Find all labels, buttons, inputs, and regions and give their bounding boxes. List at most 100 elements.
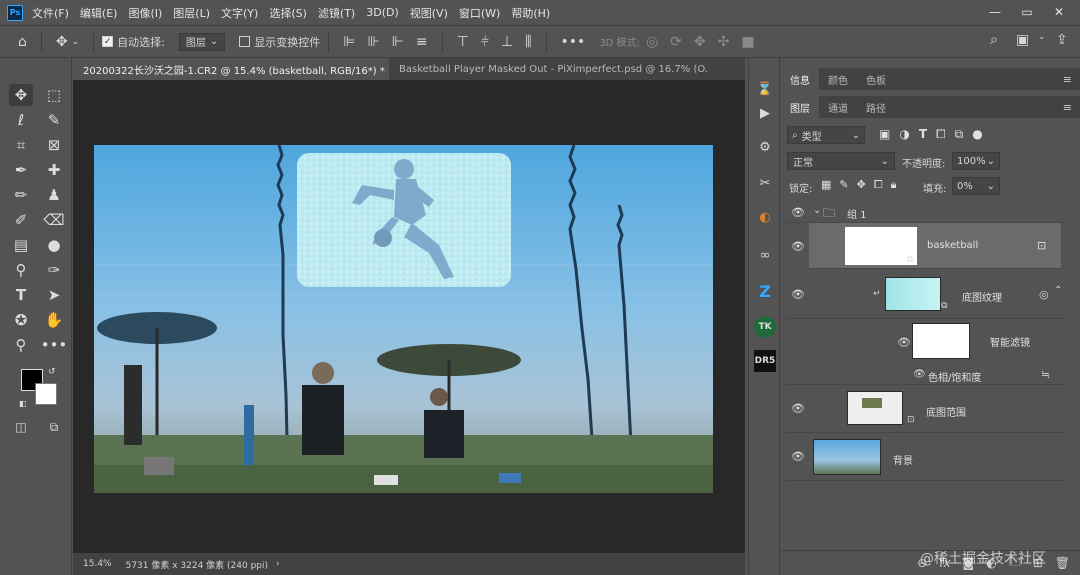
3d-pan-icon[interactable]: ✥ [694,34,706,50]
hand-tool-icon[interactable]: ✋ [42,309,66,331]
menu-edit[interactable]: 编辑(E) [80,5,118,21]
align-right-icon[interactable]: ⊩ [392,34,404,50]
shape-tool-icon[interactable]: ✪ [9,309,33,331]
lock-position-icon[interactable]: ✥ [857,178,866,192]
dr5-plugin-icon[interactable]: DR5 [754,350,776,372]
quick-mask-icon[interactable]: ◫ [9,416,33,438]
marquee-tool-icon[interactable]: ⬚ [42,84,66,106]
align-bottom-icon[interactable]: ⊥ [501,34,513,50]
brush-tool-icon[interactable]: ✏ [9,184,33,206]
align-top-icon[interactable]: ⊤ [457,34,469,50]
crop-tool-icon[interactable]: ⌗ [9,134,33,156]
default-colors-icon[interactable]: ◧ [19,399,27,408]
adjustment-filter-icon[interactable]: ◑ [899,127,909,142]
lock-image-icon[interactable]: ✎ [839,178,848,192]
visibility-eye-icon[interactable]: 👁︎ [791,240,805,253]
filter-options-icon[interactable]: ≒ [1041,368,1050,381]
auto-select-checkbox[interactable]: ✓ [102,36,114,47]
tools-preset-icon[interactable]: ✂ [754,172,776,194]
history-icon[interactable]: ⌛ [754,78,776,100]
visibility-eye-icon[interactable]: 👁︎ [897,336,911,349]
pixel-filter-icon[interactable]: ▣ [879,127,890,142]
3d-orbit-icon[interactable]: ◎ [646,34,658,50]
shape-filter-icon[interactable]: ⧠ [936,127,946,142]
tab-layers[interactable]: 图层 [781,96,819,118]
close-window-button[interactable]: ✕ [1046,3,1072,21]
type-filter-icon[interactable]: T [919,127,927,142]
maximize-button[interactable]: ▭ [1014,3,1040,21]
lock-all-icon[interactable]: 🔒︎ [891,178,897,192]
panel-menu-icon[interactable]: ≡ [1063,101,1072,114]
chevron-down-icon[interactable]: ⌄ [72,37,80,47]
tab-info[interactable]: 信息 [781,68,819,90]
visibility-eye-icon[interactable]: 👁︎ [791,206,805,219]
layer-row-hue-saturation[interactable]: 👁︎ 色相/饱和度 ≒ [785,365,1065,385]
workspace-icon[interactable]: ▣ [1016,32,1029,48]
filter-toggle-icon[interactable]: ● [972,127,982,142]
tab-other-document[interactable]: Basketball Player Masked Out - PiXimperf… [389,58,709,80]
layer-filter-dropdown[interactable]: ⌕ 类型 ⌄ [787,126,865,144]
move-tool-preset-icon[interactable]: ✥ [56,34,68,50]
frame-tool-icon[interactable]: ⊠ [42,134,66,156]
pen-tool-icon[interactable]: ✑ [42,259,66,281]
stamp-tool-icon[interactable]: ♟ [42,184,66,206]
tab-swatches[interactable]: 色板 [857,68,895,90]
menu-file[interactable]: 文件(F) [32,5,69,21]
tk-plugin-icon[interactable]: TK [754,316,776,338]
screen-mode-icon[interactable]: ⧉ [42,416,66,438]
tab-channels[interactable]: 通道 [819,96,857,118]
visibility-eye-icon[interactable]: 👁︎ [791,288,805,301]
visibility-eye-icon[interactable]: 👁︎ [913,369,926,380]
fill-input[interactable]: 0% ⌄ [952,177,1000,195]
layer-row-smart-filter[interactable]: 👁︎ 智能滤镜 [785,319,1065,365]
layer-row-range[interactable]: 👁︎ ⊡ 底图范围 [785,385,1065,433]
layer-row-basketball[interactable]: ⧉ basketball ⊡ [809,223,1061,269]
layer-mask-link-icon[interactable]: ⊡ [1037,239,1046,252]
3d-roll-icon[interactable]: ⟳ [670,34,682,50]
menu-window[interactable]: 窗口(W) [459,5,500,21]
show-transform-checkbox[interactable] [239,36,251,47]
layer-row-texture[interactable]: 👁︎ ↵ ⧉ 底图纹理 ◎ ⌃ [785,271,1065,319]
menu-filter[interactable]: 滤镜(T) [318,5,355,21]
properties-icon[interactable]: ⚙ [754,136,776,158]
align-left-icon[interactable]: ⊫ [343,34,355,50]
delete-layer-icon[interactable]: 🗑︎ [1055,556,1070,570]
3d-camera-icon[interactable]: ■ [741,34,754,50]
menu-select[interactable]: 选择(S) [269,5,307,21]
more-options-icon[interactable]: ••• [561,34,586,50]
menu-view[interactable]: 视图(V) [410,5,448,21]
eraser-tool-icon[interactable]: ⌫ [42,209,66,231]
home-icon[interactable]: ⌂ [18,34,27,50]
link-plugin-icon[interactable]: ∞ [754,244,776,266]
blend-mode-dropdown[interactable]: 正常 ⌄ [787,152,895,170]
more-tools-icon[interactable]: ••• [41,334,68,356]
align-center-icon[interactable]: ⊪ [367,34,379,50]
z-plugin-icon[interactable]: Z [754,280,776,302]
menu-3d[interactable]: 3D(D) [366,6,399,19]
chevron-down-icon[interactable]: ⌄ [813,205,821,216]
distribute-horizontal-icon[interactable]: ≡ [416,34,428,50]
search-icon[interactable]: ⌕ [990,32,998,48]
lasso-tool-icon[interactable]: ℓ [9,109,33,131]
menu-image[interactable]: 图像(I) [128,5,162,21]
chevron-down-icon[interactable]: ⌄ [1038,32,1046,42]
zoom-tool-icon[interactable]: ⚲ [9,334,33,356]
tab-current-document[interactable]: 20200322长沙沃之园-1.CR2 @ 15.4% (basketball,… [73,58,389,80]
align-middle-icon[interactable]: ⫩ [481,34,489,50]
dodge-tool-icon[interactable]: ⚲ [9,259,33,281]
path-select-tool-icon[interactable]: ➤ [42,284,66,306]
auto-select-dropdown[interactable]: 图层 ⌄ [178,32,226,51]
3d-slide-icon[interactable]: ✣ [718,34,730,50]
menu-help[interactable]: 帮助(H) [511,5,550,21]
lock-transparent-icon[interactable]: ▦ [821,178,831,192]
history-brush-tool-icon[interactable]: ✐ [9,209,33,231]
document-canvas[interactable] [94,145,713,493]
actions-play-icon[interactable]: ▶ [754,102,776,124]
type-tool-icon[interactable]: T [9,284,33,306]
plugin-icon[interactable]: ◐ [754,206,776,228]
background-color-swatch[interactable] [35,383,57,405]
eyedropper-tool-icon[interactable]: ✒ [9,159,33,181]
minimize-button[interactable]: — [982,3,1008,21]
opacity-input[interactable]: 100% ⌄ [952,152,1000,170]
chevron-up-icon[interactable]: ⌃ [1054,285,1062,296]
